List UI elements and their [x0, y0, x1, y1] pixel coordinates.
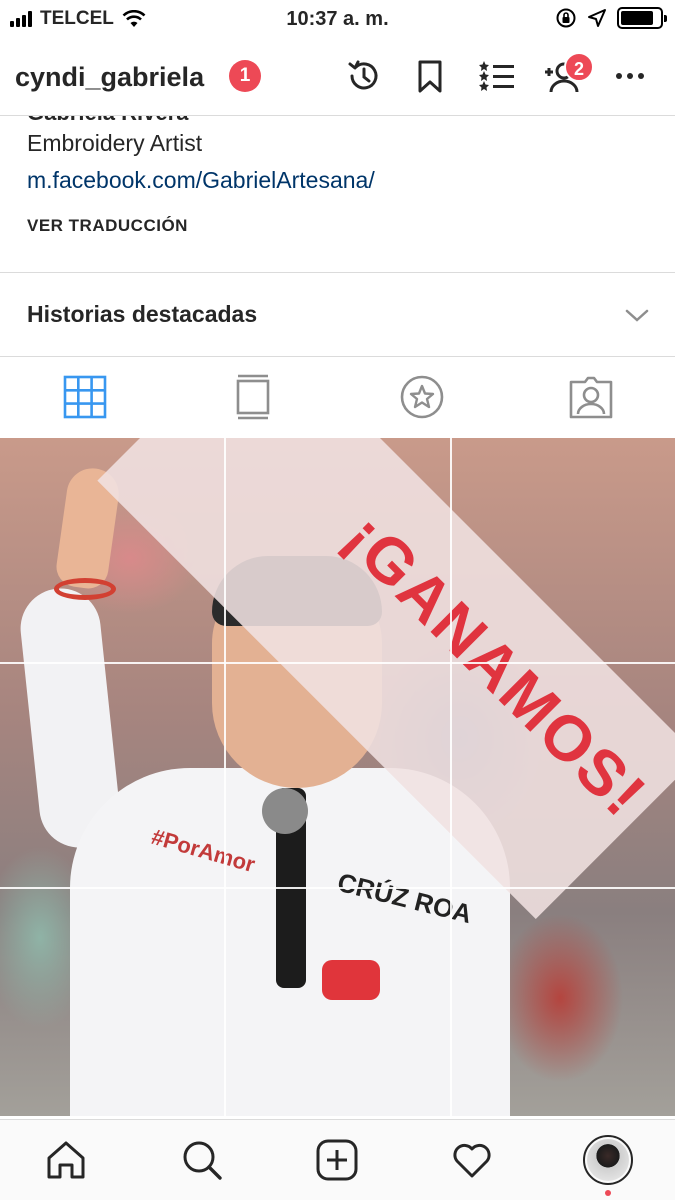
notification-badge[interactable]: 1 — [229, 60, 261, 92]
grid-line — [224, 438, 226, 1116]
battery-icon — [617, 7, 667, 29]
new-post-icon[interactable] — [315, 1138, 359, 1182]
profile-grid-photo[interactable]: CRÚZ ROA #PorAmor ¡GANAMOS! — [0, 438, 675, 1116]
profile-avatar[interactable] — [583, 1135, 633, 1185]
red-bracelet — [54, 578, 116, 600]
grid-line — [0, 887, 675, 889]
chevron-down-icon[interactable] — [624, 304, 650, 326]
divider — [0, 356, 675, 357]
archive-history-icon[interactable] — [344, 56, 384, 96]
status-right — [555, 7, 667, 29]
status-bar: TELCEL 10:37 a. m. — [0, 0, 675, 38]
saved-bookmark-icon[interactable] — [410, 56, 450, 96]
see-translation-button[interactable]: VER TRADUCCIÓN — [27, 216, 188, 236]
profile-header: cyndi_gabriela 1 2 — [0, 38, 675, 116]
divider — [0, 272, 675, 273]
avatar-image — [587, 1139, 629, 1181]
rotation-lock-icon — [556, 8, 576, 28]
grid-line — [0, 662, 675, 664]
battery-level — [621, 11, 654, 25]
grid-line — [450, 438, 452, 1116]
tab-grid-icon[interactable] — [60, 372, 110, 422]
more-options-icon[interactable] — [610, 56, 650, 96]
profile-notification-dot — [605, 1190, 611, 1196]
bottom-nav — [0, 1119, 675, 1200]
activity-heart-icon[interactable] — [450, 1138, 494, 1182]
red-watch — [322, 960, 380, 1000]
microphone-head — [262, 788, 308, 834]
profile-category: Embroidery Artist — [27, 130, 203, 156]
search-icon[interactable] — [180, 1138, 224, 1182]
story-highlights-label[interactable]: Historias destacadas — [27, 301, 257, 328]
home-icon[interactable] — [44, 1138, 88, 1182]
profile-username[interactable]: cyndi_gabriela — [15, 62, 204, 93]
location-arrow-icon — [588, 9, 606, 27]
close-friends-list-icon[interactable] — [477, 56, 517, 96]
tab-tagged-icon[interactable] — [566, 372, 616, 422]
tab-saved-star-icon[interactable] — [397, 372, 447, 422]
tab-feed-icon[interactable] — [228, 372, 278, 422]
profile-website-link[interactable]: m.facebook.com/GabrielArtesana/ — [27, 167, 375, 194]
follow-requests-badge[interactable]: 2 — [564, 52, 594, 82]
